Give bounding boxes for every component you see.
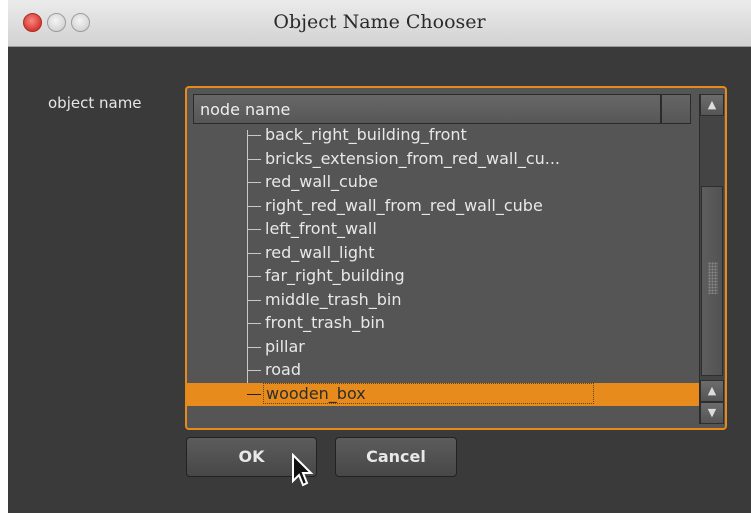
scrollbar-thumb[interactable] [701,186,723,376]
tree-branch-tick [247,135,261,136]
tree-item-label: red_wall_light [265,242,375,262]
tree-item-label: middle_trash_bin [265,289,402,309]
tree-list[interactable]: back_right_building_front bricks_extensio… [187,124,699,424]
tree-branch-tick [247,370,261,371]
tree-item-label: front_trash_bin [265,313,385,332]
column-header-label: node name [200,100,291,119]
tree-item[interactable]: red_wall_light [187,242,699,265]
tree-item[interactable]: right_red_wall_from_red_wall_cube [187,195,699,218]
tree-item-label: far_right_building [265,266,405,285]
tree-branch-tick [247,323,261,324]
tree-item[interactable]: middle_trash_bin [187,289,699,312]
tree-branch-tick [247,393,261,395]
tree-item-label: right_red_wall_from_red_wall_cube [265,195,543,215]
tree-item[interactable]: far_right_building [187,265,699,288]
tree-branch-tick [247,276,261,277]
tree-item-label: left_front_wall [265,219,377,238]
tree-branch-tick [247,229,261,230]
grip-icon [708,262,718,294]
title-bar[interactable]: Object Name Chooser [8,0,751,47]
scroll-up-icon[interactable]: ▲ [700,380,724,402]
tree-item-label: back_right_building_front [265,125,467,144]
column-header-node-name[interactable]: node name [193,94,661,124]
object-name-label: object name [48,94,142,112]
tree-item[interactable]: pillar [187,336,699,359]
window-title: Object Name Chooser [273,11,486,33]
tree-item[interactable]: front_trash_bin [187,312,699,335]
tree-item[interactable]: left_front_wall [187,218,699,241]
dialog-window: Object Name Chooser object name node nam… [8,0,751,513]
mouse-pointer-icon [292,453,314,487]
tree-branch-tick [247,158,261,160]
vertical-scrollbar[interactable]: ▲ ▲ ▼ [699,94,724,424]
tree-branch-tick [247,252,261,254]
cancel-button[interactable]: Cancel [335,437,457,477]
tree-item-label: red_wall_cube [265,172,378,191]
object-name-tree[interactable]: node name back_right_building_frontbrick… [185,86,727,430]
tree-branch-tick [247,182,261,183]
tree-item-label: bricks_extension_from_red_wall_cu... [265,148,561,168]
tree-item[interactable]: red_wall_cube [187,171,699,194]
column-header-extra[interactable] [661,94,691,124]
scroll-up-top-icon[interactable]: ▲ [700,94,724,116]
tree-item[interactable]: back_right_building_front [187,124,699,147]
tree-branch-tick [247,205,261,207]
tree-branch-tick [247,299,261,301]
tree-item[interactable]: bricks_extension_from_red_wall_cu... [187,148,699,171]
tree-item-label: wooden_box [263,382,594,404]
tree-item-label: road [265,360,301,379]
tree-item-label: pillar [265,336,305,356]
tree-branch-tick [247,346,261,348]
tree-item[interactable]: wooden_box [187,382,699,406]
scroll-down-icon[interactable]: ▼ [700,402,724,424]
tree-item[interactable]: road [187,359,699,382]
